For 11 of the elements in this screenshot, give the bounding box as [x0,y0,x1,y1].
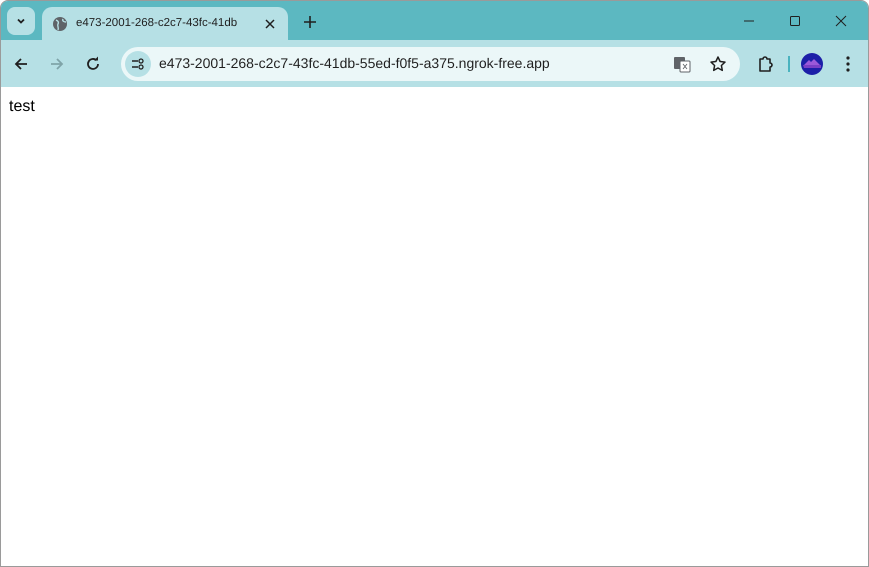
back-arrow-icon[interactable] [13,56,29,72]
reload-icon[interactable] [85,56,101,72]
new-tab-icon[interactable] [303,15,317,29]
maximize-icon[interactable] [789,14,801,26]
site-settings-icon[interactable] [125,50,151,76]
close-icon[interactable] [835,14,847,26]
page-text: test [9,98,35,115]
globe-icon [52,16,68,32]
close-icon[interactable] [265,18,275,28]
tab-title: e473-2001-268-c2c7-43fc-41db [76,16,238,31]
browser-tab[interactable]: e473-2001-268-c2c7-43fc-41db [42,7,288,40]
